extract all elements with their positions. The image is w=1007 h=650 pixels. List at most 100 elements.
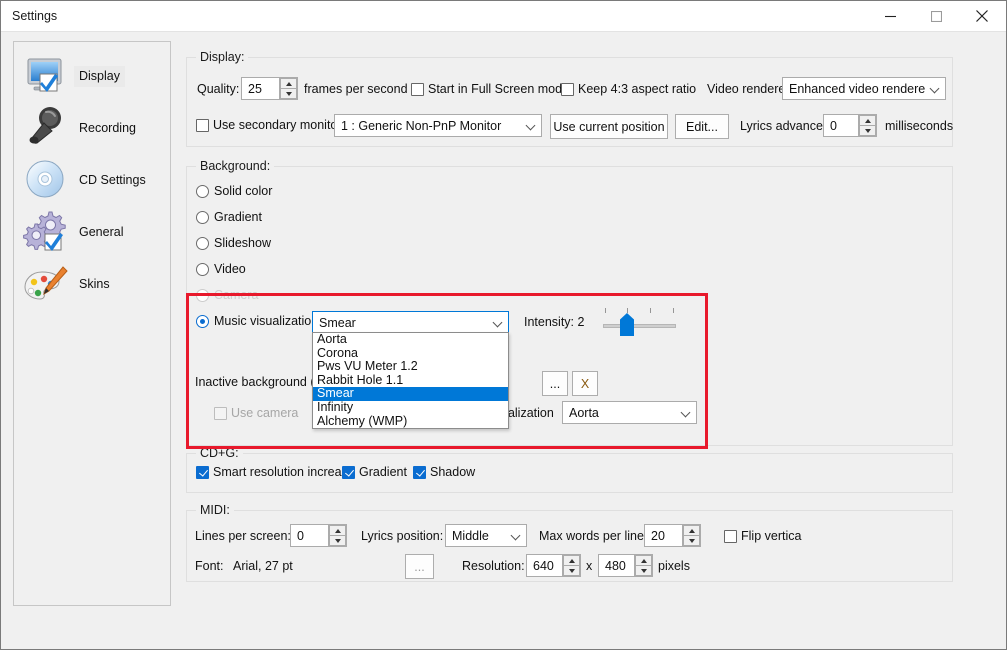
max-words-stepper-up[interactable] xyxy=(683,525,700,535)
smart-resolution-checkbox[interactable]: Smart resolution increase xyxy=(196,465,355,479)
visualization-select[interactable]: Smear xyxy=(312,311,509,334)
quality-label: Quality: xyxy=(197,82,240,96)
resolution-height-stepper-down[interactable] xyxy=(635,565,652,576)
font-value: Arial, 27 pt xyxy=(233,559,293,573)
chevron-down-icon xyxy=(506,525,526,546)
dropdown-option[interactable]: Smear xyxy=(313,387,508,401)
radio-camera[interactable]: Camera xyxy=(196,288,258,302)
video-renderer-select[interactable]: Enhanced video renderer xyxy=(782,77,946,100)
slider-thumb[interactable] xyxy=(620,313,634,336)
radio-dot xyxy=(196,236,209,250)
edit-button[interactable]: Edit... xyxy=(675,114,729,139)
quality-stepper-down[interactable] xyxy=(280,88,297,99)
radio-slideshow[interactable]: Slideshow xyxy=(196,236,271,250)
dropdown-option[interactable]: Rabbit Hole 1.1 xyxy=(313,373,508,388)
radio-video[interactable]: Video xyxy=(196,262,246,276)
lyrics-advance-input[interactable]: 0 xyxy=(823,114,877,137)
aspect-ratio-checkbox-label: Keep 4:3 aspect ratio xyxy=(578,82,697,96)
use-current-position-button[interactable]: Use current position xyxy=(550,114,668,139)
radio-solid-color[interactable]: Solid color xyxy=(196,184,272,198)
slider-track[interactable] xyxy=(603,324,676,328)
fullscreen-checkbox[interactable]: Start in Full Screen mode xyxy=(411,82,569,96)
sidebar-item-skins[interactable]: Skins xyxy=(22,258,164,310)
inactive-background-browse-button[interactable]: ... xyxy=(542,371,568,396)
quality-value: 25 xyxy=(248,81,262,96)
resolution-width-stepper[interactable] xyxy=(562,555,580,576)
secondary-visualization-select[interactable]: Aorta xyxy=(562,401,697,424)
cdg-gradient-checkbox[interactable]: Gradient xyxy=(342,465,407,479)
checkbox-box xyxy=(411,82,424,96)
quality-stepper-up[interactable] xyxy=(280,78,297,88)
lyrics-advance-stepper-up[interactable] xyxy=(859,115,876,125)
resolution-width-stepper-up[interactable] xyxy=(563,555,580,565)
palette-brush-icon xyxy=(22,260,70,308)
sidebar-item-recording[interactable]: Recording xyxy=(22,102,164,154)
intensity-slider[interactable] xyxy=(603,306,679,338)
resolution-width-stepper-down[interactable] xyxy=(563,565,580,576)
radio-dot xyxy=(196,288,209,302)
inactive-background-clear-button[interactable]: X xyxy=(572,371,598,396)
sidebar-item-display[interactable]: Display xyxy=(22,50,164,102)
close-button[interactable] xyxy=(959,1,1005,31)
lyrics-position-select[interactable]: Middle xyxy=(445,524,527,547)
radio-music-visualization[interactable]: Music visualization xyxy=(196,314,318,328)
checkbox-box xyxy=(561,82,574,96)
video-renderer-value: Enhanced video renderer xyxy=(789,81,925,96)
radio-label: Camera xyxy=(214,288,259,302)
lines-per-screen-stepper[interactable] xyxy=(328,525,346,546)
dialog-footer: OK Apply Cancel Help Tools xyxy=(1,604,1006,649)
aspect-ratio-checkbox[interactable]: Keep 4:3 aspect ratio xyxy=(561,82,696,96)
sidebar-item-general[interactable]: General xyxy=(22,206,164,258)
dropdown-option[interactable]: Corona xyxy=(313,346,508,361)
chevron-down-icon xyxy=(676,402,696,423)
monitor-check-icon xyxy=(22,52,70,100)
lyrics-advance-stepper[interactable] xyxy=(858,115,876,136)
max-words-stepper-down[interactable] xyxy=(683,535,700,546)
max-words-input[interactable]: 20 xyxy=(644,524,701,547)
cdg-group-title: CD+G: xyxy=(196,446,243,460)
radio-label: Gradient xyxy=(214,210,262,224)
intensity-label: Intensity: 2 xyxy=(524,315,585,329)
flip-vertical-checkbox[interactable]: Flip vertica xyxy=(724,529,801,543)
dropdown-option[interactable]: Alchemy (WMP) xyxy=(313,414,508,429)
max-words-stepper[interactable] xyxy=(682,525,700,546)
resolution-height-stepper[interactable] xyxy=(634,555,652,576)
font-browse-button[interactable]: ... xyxy=(405,554,434,579)
maximize-icon xyxy=(930,10,942,22)
lines-per-screen-stepper-down[interactable] xyxy=(329,535,346,546)
slider-ticks xyxy=(603,308,676,314)
smart-resolution-checkbox-label: Smart resolution increase xyxy=(213,465,355,479)
background-group-title: Background: xyxy=(196,159,275,173)
sidebar-item-cd-settings[interactable]: CD Settings xyxy=(22,154,164,206)
secondary-visualization-value: Aorta xyxy=(569,405,599,420)
minimize-button[interactable] xyxy=(867,1,913,31)
radio-label: Slideshow xyxy=(214,236,271,250)
radio-dot xyxy=(196,262,209,276)
window-title: Settings xyxy=(12,9,58,23)
dropdown-option[interactable]: Aorta xyxy=(313,332,508,347)
radio-label: Solid color xyxy=(214,184,273,198)
quality-input[interactable]: 25 xyxy=(241,77,298,100)
lines-per-screen-input[interactable]: 0 xyxy=(290,524,347,547)
maximize-button[interactable] xyxy=(913,1,959,31)
use-camera-checkbox[interactable]: Use camera xyxy=(214,406,298,420)
lines-per-screen-stepper-up[interactable] xyxy=(329,525,346,535)
monitor-select[interactable]: 1 : Generic Non-PnP Monitor xyxy=(334,114,542,137)
checkbox-box xyxy=(342,465,355,479)
cdg-shadow-checkbox[interactable]: Shadow xyxy=(413,465,475,479)
radio-gradient[interactable]: Gradient xyxy=(196,210,262,224)
resolution-height-stepper-up[interactable] xyxy=(635,555,652,565)
checkbox-box xyxy=(196,465,209,479)
resolution-height-input[interactable]: 480 xyxy=(598,554,653,577)
cdg-gradient-checkbox-label: Gradient xyxy=(359,465,407,479)
dropdown-option[interactable]: Pws VU Meter 1.2 xyxy=(313,360,508,374)
visualization-dropdown-list[interactable]: Aorta Corona Pws VU Meter 1.2 Rabbit Hole 1… xyxy=(312,332,509,430)
dropdown-option[interactable]: Infinity xyxy=(313,400,508,415)
secondary-monitor-checkbox-label: Use secondary monitor xyxy=(213,118,342,132)
secondary-monitor-checkbox[interactable]: Use secondary monitor xyxy=(196,118,342,132)
resolution-width-input[interactable]: 640 xyxy=(526,554,581,577)
chevron-down-icon xyxy=(925,78,945,99)
lyrics-advance-stepper-down[interactable] xyxy=(859,125,876,136)
radio-dot xyxy=(196,210,209,224)
quality-stepper[interactable] xyxy=(279,78,297,99)
